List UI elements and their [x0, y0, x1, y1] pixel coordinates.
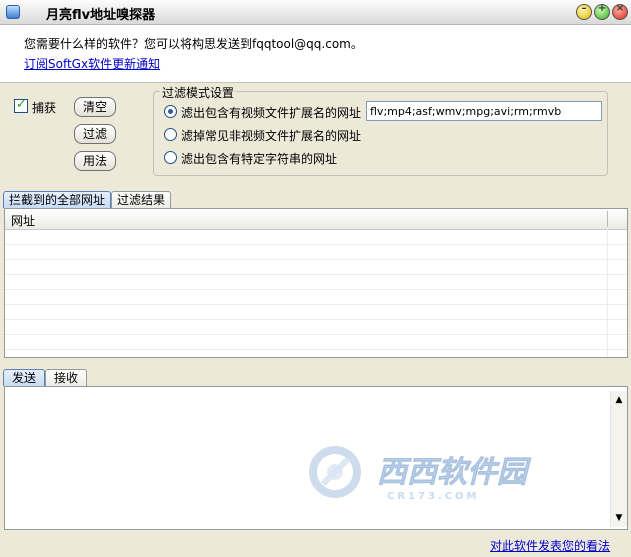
tab-filter-results[interactable]: 过滤结果: [111, 191, 171, 208]
scroll-up-icon[interactable]: ▲: [612, 393, 626, 407]
radio-exclude-non-video-label[interactable]: 滤掉常见非视频文件扩展名的网址: [181, 127, 361, 144]
close-button[interactable]: ×: [612, 3, 628, 20]
filter-button[interactable]: 过滤: [74, 124, 116, 144]
close-icon: ×: [615, 3, 625, 14]
radio-specific-string-label[interactable]: 滤出包含有特定字符串的网址: [181, 150, 337, 167]
column-divider: [607, 211, 608, 227]
info-banner: 您需要什么样的软件？您可以将构思发送到fqqtool@qq.com。 订阅Sof…: [0, 25, 631, 83]
table-row: [5, 289, 627, 290]
minimize-icon: –: [581, 3, 587, 14]
feedback-link[interactable]: 对此软件发表您的看法: [490, 537, 610, 554]
table-row: [5, 304, 627, 305]
radio-video-extensions-label[interactable]: 滤出包含有视频文件扩展名的网址: [181, 104, 361, 121]
tab-send[interactable]: 发送: [3, 369, 45, 386]
capture-checkbox[interactable]: [14, 97, 28, 113]
url-list-header[interactable]: 网址: [5, 209, 627, 230]
radio-specific-string[interactable]: [164, 151, 177, 164]
request-prompt: 您需要什么样的软件？您可以将构思发送到fqqtool@qq.com。: [24, 37, 363, 51]
maximize-icon: +: [597, 3, 607, 14]
tab-receive[interactable]: 接收: [45, 369, 87, 386]
table-row: [5, 274, 627, 275]
url-list[interactable]: 网址: [4, 208, 628, 358]
table-row: [5, 259, 627, 260]
url-column-header[interactable]: 网址: [11, 212, 35, 229]
watermark-domain: CR173.COM: [387, 491, 480, 502]
app-icon[interactable]: [6, 5, 20, 19]
table-row: [5, 244, 627, 245]
watermark-brand: 西西软件园: [377, 455, 532, 490]
minimize-button[interactable]: –: [576, 3, 592, 20]
extensions-input[interactable]: [366, 101, 602, 121]
window-title: 月亮flv地址嗅探器: [46, 8, 156, 23]
subscribe-link[interactable]: 订阅SoftGx软件更新通知: [24, 55, 160, 72]
maximize-button[interactable]: +: [594, 3, 610, 20]
table-row: [5, 319, 627, 320]
table-row: [5, 349, 627, 350]
vertical-scrollbar[interactable]: ▲ ▼: [610, 391, 627, 527]
radio-video-extensions[interactable]: [164, 105, 177, 118]
usage-button[interactable]: 用法: [74, 151, 116, 171]
scroll-down-icon[interactable]: ▼: [612, 511, 626, 525]
watermark-logo-icon: [309, 446, 361, 498]
table-row: [5, 334, 627, 335]
tab-all-urls[interactable]: 拦截到的全部网址: [3, 191, 111, 208]
filter-mode-legend: 过滤模式设置: [160, 84, 237, 101]
capture-label[interactable]: 捕获: [32, 99, 56, 116]
clear-button[interactable]: 清空: [74, 97, 116, 117]
radio-exclude-non-video[interactable]: [164, 128, 177, 141]
column-line: [607, 229, 608, 357]
site-watermark: 西西软件园 CR173.COM: [309, 446, 532, 502]
title-bar[interactable]: 月亮flv地址嗅探器 – + ×: [0, 0, 631, 25]
